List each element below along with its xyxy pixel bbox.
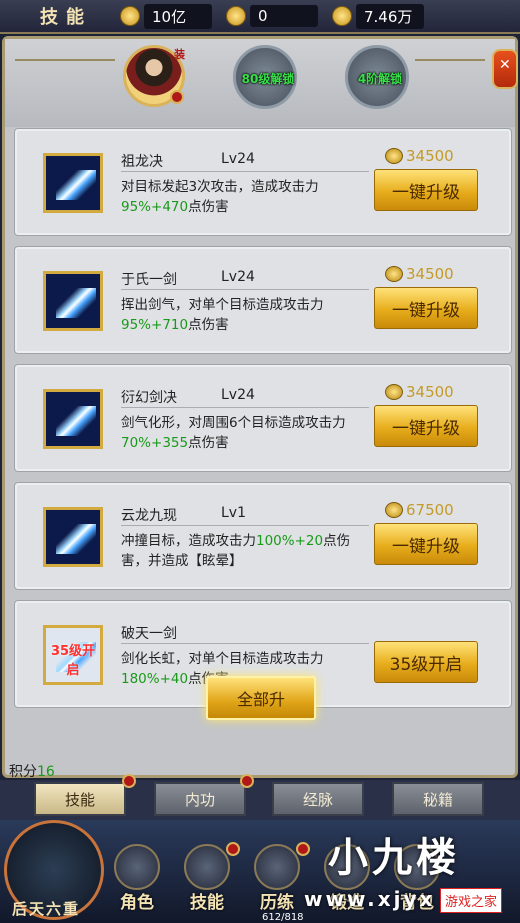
- coin-icon: [332, 6, 352, 26]
- skill-description: 挥出剑气，对单个目标造成攻击力95%+710点伤害: [121, 297, 324, 333]
- dragon-skill-icon[interactable]: [43, 153, 103, 213]
- skill-name: 祖龙决: [121, 154, 163, 170]
- skill-name: 云龙九现: [121, 508, 177, 524]
- tab-bar: 技能 内功 经脉 秘籍: [0, 774, 520, 820]
- upgrade-cost: 67500: [385, 501, 454, 519]
- upgrade-button[interactable]: 一键升级: [374, 169, 478, 211]
- skill-card-4: 云龙九现 Lv1 冲撞目标，造成攻击力100%+20点伤害，并造成【眩晕】 67…: [15, 483, 511, 589]
- red-dot-badge: [122, 774, 136, 788]
- unlock-condition: 4阶解锁: [357, 72, 403, 86]
- gold-value: 10亿: [144, 3, 212, 29]
- upgrade-button[interactable]: 一键升级: [374, 287, 478, 329]
- divider: [121, 525, 369, 526]
- tab-meridians[interactable]: 经脉: [272, 782, 364, 816]
- skill-name: 衍幻剑决: [121, 390, 177, 406]
- gate-icon: [254, 844, 300, 890]
- points-display: 积分16: [9, 764, 55, 780]
- lock-ingot-icon: [226, 6, 246, 26]
- skill-description: 冲撞目标，造成攻击力100%+20点伤害，并造成【眩晕】: [121, 533, 351, 569]
- coin-icon: [385, 384, 403, 400]
- skill-description: 剑气化形，对周围6个目标造成攻击力70%+355点伤害: [121, 415, 346, 451]
- skill-card-1: 祖龙决 Lv24 对目标发起3次攻击，造成攻击力95%+470点伤害 34500…: [15, 129, 511, 235]
- locked-slot-rank4[interactable]: 4阶解锁: [345, 45, 409, 109]
- red-dot-badge: [170, 90, 184, 104]
- locked-level-button[interactable]: 35级开启: [374, 641, 478, 683]
- sky-sword-skill-icon[interactable]: 35级开启: [43, 625, 103, 685]
- gold-resource: 10亿: [120, 3, 212, 29]
- upgrade-all-button[interactable]: 全部升: [206, 676, 316, 720]
- upgrade-cost: 34500: [385, 265, 454, 283]
- left-ornament: [15, 59, 115, 61]
- bound-gold-resource: 0: [226, 5, 318, 27]
- skill-name: 破天一剑: [121, 626, 177, 642]
- unlock-condition: 80级解锁: [241, 72, 295, 86]
- sword-slash-skill-icon[interactable]: [43, 271, 103, 331]
- coin-value: 7.46万: [356, 3, 424, 29]
- nav-character[interactable]: 角色: [108, 840, 166, 920]
- coin-icon: [385, 266, 403, 282]
- experience-text: 612/818: [262, 912, 304, 923]
- skill-level: Lv24: [221, 151, 255, 167]
- tab-internal-power[interactable]: 内功: [154, 782, 246, 816]
- skill-card-2: 于氏一剑 Lv24 挥出剑气，对单个目标造成攻击力95%+710点伤害 3450…: [15, 247, 511, 353]
- close-lantern-button[interactable]: ✕: [492, 49, 518, 89]
- coin-icon: [385, 148, 403, 164]
- lock-level-text: 35级开启: [50, 644, 96, 678]
- right-ornament: [415, 59, 485, 61]
- watermark-url: www.xjyx: [304, 887, 436, 911]
- skill-description: 对目标发起3次攻击，造成攻击力95%+470点伤害: [121, 179, 319, 215]
- top-bar: 技能 10亿 0 7.46万: [0, 0, 520, 34]
- skill-card-3: 衍幻剑决 Lv24 剑气化形，对周围6个目标造成攻击力70%+355点伤害 34…: [15, 365, 511, 471]
- skill-level: Lv1: [221, 505, 246, 521]
- sword-wave-skill-icon[interactable]: [43, 389, 103, 449]
- red-dot-badge: [296, 842, 310, 856]
- coin-icon: [385, 502, 403, 518]
- upgrade-cost: 34500: [385, 147, 454, 165]
- upgrade-button[interactable]: 一键升级: [374, 523, 478, 565]
- helmet-icon: [114, 844, 160, 890]
- divider: [121, 289, 369, 290]
- divider: [121, 407, 369, 408]
- upgrade-cost: 34500: [385, 383, 454, 401]
- red-dot-badge: [226, 842, 240, 856]
- skill-level: Lv24: [221, 387, 255, 403]
- bound-gold-value: 0: [250, 5, 318, 27]
- upgrade-button[interactable]: 一键升级: [374, 405, 478, 447]
- tab-skills[interactable]: 技能: [34, 782, 126, 816]
- cultivation-rank: 后天六重: [12, 900, 81, 918]
- character-header: 装 80级解锁 4阶解锁 ✕: [5, 39, 518, 127]
- tab-secret-books[interactable]: 秘籍: [392, 782, 484, 816]
- skill-name: 于氏一剑: [121, 272, 177, 288]
- bottom-nav: 后天六重 角色 技能 历练 锻造 背包 612/818 小九楼 www.xjyx…: [0, 820, 520, 923]
- page-title: 技能: [40, 7, 92, 28]
- avatar-tag: 装: [174, 48, 185, 61]
- book-icon: [184, 844, 230, 890]
- gold-ingot-icon: [120, 6, 140, 26]
- red-dot-badge: [240, 774, 254, 788]
- locked-slot-80[interactable]: 80级解锁: [233, 45, 297, 109]
- skill-level: Lv24: [221, 269, 255, 285]
- divider: [121, 171, 369, 172]
- watermark-brand: 小九楼: [328, 834, 460, 881]
- divider: [121, 643, 369, 644]
- coin-resource: 7.46万: [332, 3, 424, 29]
- cloud-dragon-skill-icon[interactable]: [43, 507, 103, 567]
- skill-panel: 装 80级解锁 4阶解锁 ✕ 祖龙决 Lv24 对目标发起3次攻击，造成攻击力9…: [2, 36, 518, 780]
- watermark-site: 游戏之家: [440, 888, 503, 913]
- character-avatar[interactable]: 装: [123, 45, 185, 107]
- close-icon: ✕: [499, 57, 511, 73]
